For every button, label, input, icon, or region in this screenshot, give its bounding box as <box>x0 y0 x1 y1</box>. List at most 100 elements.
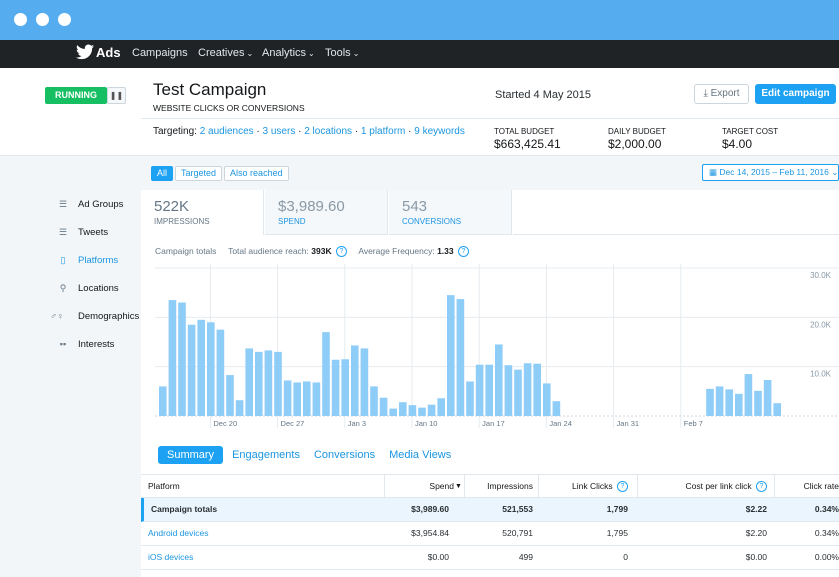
chart-bar[interactable] <box>331 359 340 416</box>
sidebar-item-locations[interactable]: ⚲ Locations <box>45 276 141 304</box>
chart-bar[interactable] <box>427 404 436 416</box>
nav-campaigns[interactable]: Campaigns <box>132 47 188 59</box>
chart-bar[interactable] <box>274 351 282 416</box>
chart-bar[interactable] <box>523 363 532 416</box>
twitter-bird-icon[interactable] <box>76 44 94 60</box>
chart-bar[interactable] <box>475 364 484 416</box>
chart-bar[interactable] <box>370 386 378 416</box>
help-icon[interactable]: ? <box>335 246 347 257</box>
chart-bar[interactable] <box>504 365 513 416</box>
chart-bar[interactable] <box>715 386 724 416</box>
column-header-platform[interactable]: Platform <box>148 475 180 497</box>
chart-bar[interactable] <box>495 344 503 416</box>
metric-tab-conversions[interactable]: 543 CONVERSIONS <box>389 190 512 235</box>
chart-bar[interactable] <box>216 329 225 416</box>
chart-bar[interactable] <box>543 383 551 416</box>
targeting-locations-link[interactable]: 2 locations <box>304 126 352 137</box>
chart-bar[interactable] <box>360 348 369 416</box>
chart-bar[interactable] <box>168 300 177 416</box>
chart-bar[interactable] <box>437 398 445 416</box>
sort-desc-icon[interactable]: ▼ <box>455 475 462 497</box>
chart-bar[interactable] <box>456 299 465 416</box>
tab-media-views[interactable]: Media Views <box>389 449 451 461</box>
column-header-link-clicks[interactable]: Link Clicks ? <box>572 475 628 497</box>
nav-creatives[interactable]: Creatives ⌄ <box>198 47 253 59</box>
sidebar-item-demographics[interactable]: ♂♀ Demographics <box>45 304 141 332</box>
chart-bar[interactable] <box>235 400 244 416</box>
chart-bar[interactable] <box>399 402 407 416</box>
chart-bar[interactable] <box>312 382 321 416</box>
column-header-spend[interactable]: Spend <box>429 475 454 497</box>
edit-campaign-button[interactable]: Edit campaign <box>755 84 836 104</box>
chart-bar[interactable] <box>207 322 215 416</box>
window-minimize-dot[interactable] <box>36 13 49 26</box>
tab-conversions[interactable]: Conversions <box>314 449 375 461</box>
chart-bar[interactable] <box>485 364 493 416</box>
platform-link[interactable]: iOS devices <box>148 546 193 569</box>
chart-bar[interactable] <box>351 345 359 416</box>
chart-bar[interactable] <box>773 403 781 416</box>
chart-bar[interactable] <box>322 332 330 416</box>
chart-bar[interactable] <box>552 401 561 416</box>
chart-bar[interactable] <box>754 390 762 416</box>
window-maximize-dot[interactable] <box>58 13 71 26</box>
table-row[interactable]: iOS devices $0.00 499 0 $0.00 0.00% <box>141 546 839 570</box>
window-close-dot[interactable] <box>14 13 27 26</box>
chart-bar[interactable] <box>341 359 349 416</box>
chart-bar[interactable] <box>725 389 733 416</box>
column-header-cost-per-link-click[interactable]: Cost per link click ? <box>685 475 767 497</box>
table-row[interactable]: Android devices $3,954.84 520,791 1,795 … <box>141 522 839 546</box>
sidebar-item-interests[interactable]: ▪▪ Interests <box>45 332 141 360</box>
chart-bar[interactable] <box>178 302 186 416</box>
pause-button[interactable]: ❚❚ <box>107 87 126 104</box>
chart-bar[interactable] <box>706 388 714 416</box>
table-row-totals[interactable]: Campaign totals $3,989.60 521,553 1,799 … <box>141 498 839 522</box>
sidebar-item-ad-groups[interactable]: ☰ Ad Groups <box>45 192 141 220</box>
sidebar-item-tweets[interactable]: ☰ Tweets <box>45 220 141 248</box>
chart-bar[interactable] <box>447 295 455 416</box>
chart-bar[interactable] <box>735 393 743 416</box>
help-icon[interactable]: ? <box>458 246 469 257</box>
chart-bar[interactable] <box>514 369 522 416</box>
filter-also-reached[interactable]: Also reached <box>224 166 289 181</box>
targeting-keywords-link[interactable]: 9 keywords <box>414 126 465 137</box>
chart-bar[interactable] <box>226 375 234 416</box>
filter-targeted[interactable]: Targeted <box>175 166 223 181</box>
chart-bar[interactable] <box>159 386 167 416</box>
platform-link[interactable]: Android devices <box>148 522 208 545</box>
targeting-users-link[interactable]: 3 users <box>263 126 296 137</box>
chart-bar[interactable] <box>744 374 753 416</box>
chart-bar[interactable] <box>533 363 541 416</box>
export-button[interactable]: ⤓ Export <box>694 84 749 104</box>
chart-bar[interactable] <box>418 407 426 416</box>
tab-engagements[interactable]: Engagements <box>232 449 300 461</box>
targeting-audiences-link[interactable]: 2 audiences <box>200 126 254 137</box>
chart-bar[interactable] <box>408 405 417 416</box>
sidebar-item-platforms[interactable]: ▯ Platforms <box>45 248 141 276</box>
chart-bar[interactable] <box>255 351 263 416</box>
chart-bar[interactable] <box>245 348 253 416</box>
chart-bar[interactable] <box>293 382 301 416</box>
column-header-click-rate[interactable]: Click rate <box>804 475 839 497</box>
status-badge[interactable]: RUNNING <box>45 87 107 104</box>
help-icon: ? <box>617 481 628 492</box>
chart-bar[interactable] <box>466 381 474 416</box>
tab-summary[interactable]: Summary <box>158 446 224 464</box>
metric-tab-spend[interactable]: $3,989.60 SPEND <box>265 190 388 235</box>
metric-tab-impressions[interactable]: 522K IMPRESSIONS <box>141 190 264 235</box>
nav-analytics[interactable]: Analytics ⌄ <box>262 47 315 59</box>
filter-all[interactable]: All <box>151 166 174 181</box>
chart-bar[interactable] <box>763 379 772 416</box>
nav-tools[interactable]: Tools ⌄ <box>325 47 359 59</box>
chart-bar[interactable] <box>197 319 205 416</box>
chart-bar[interactable] <box>303 381 311 416</box>
chart-bar[interactable] <box>187 324 196 416</box>
column-header-impressions[interactable]: Impressions <box>487 475 533 497</box>
chart-bar[interactable] <box>264 350 273 416</box>
chart-bar[interactable] <box>389 408 397 416</box>
chart-bar[interactable] <box>379 397 388 416</box>
date-range-picker[interactable]: ▦ Dec 14, 2015 – Feb 11, 2016 ⌄ <box>702 164 839 181</box>
app-brand[interactable]: Ads <box>96 45 121 60</box>
chart-bar[interactable] <box>283 380 292 416</box>
targeting-platform-link[interactable]: 1 platform <box>361 126 405 137</box>
